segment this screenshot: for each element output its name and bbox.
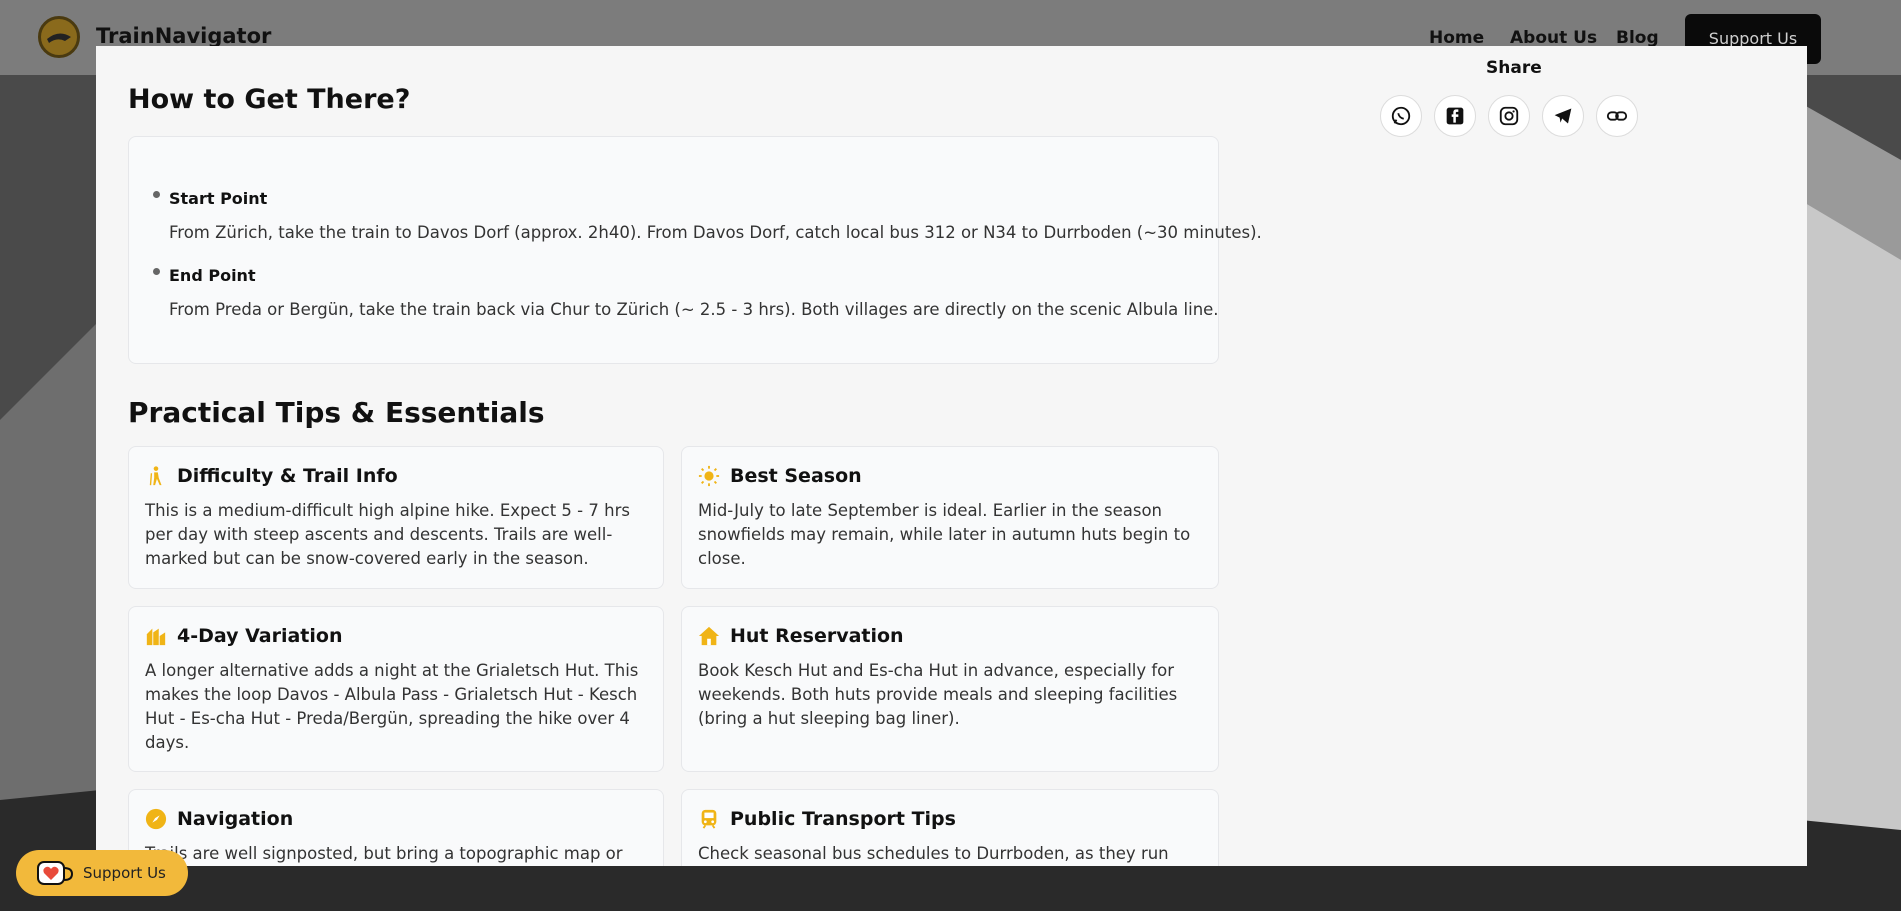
article-panel: Share How to Get There? Start Point From… — [96, 46, 1807, 866]
facebook-icon — [1446, 107, 1464, 125]
tip-card-best-season: Best Season Mid-July to late September i… — [681, 446, 1219, 589]
tip-card-difficulty: Difficulty & Trail Info This is a medium… — [128, 446, 664, 589]
start-point-text: From Zürich, take the train to Davos Dor… — [169, 223, 1262, 242]
card-text: Trails are well signposted, but bring a … — [145, 844, 623, 863]
tip-card-4-day-variation: 4-Day Variation A longer alternative add… — [128, 606, 664, 772]
floating-support-button[interactable]: Support Us — [16, 850, 188, 896]
nav-blog-link[interactable]: Blog — [1616, 28, 1659, 48]
tips-heading: Practical Tips & Essentials — [128, 396, 545, 429]
end-point-text: From Preda or Bergün, take the train bac… — [169, 300, 1219, 319]
card-title: Public Transport Tips — [730, 808, 956, 830]
card-title: 4-Day Variation — [177, 625, 343, 647]
nav-about-link[interactable]: About Us — [1510, 28, 1597, 48]
whatsapp-icon — [1391, 106, 1411, 126]
floating-support-label: Support Us — [83, 864, 166, 882]
card-title: Best Season — [730, 465, 862, 487]
route-info-box: Start Point From Zürich, take the train … — [128, 136, 1262, 364]
hiker-icon — [149, 466, 162, 486]
card-title: Navigation — [177, 808, 294, 830]
card-text: Check seasonal bus schedules to Durrbode… — [698, 844, 1169, 863]
share-telegram-button[interactable] — [1542, 95, 1584, 137]
share-instagram-button[interactable] — [1488, 95, 1530, 137]
share-title: Share — [1486, 58, 1542, 78]
hotel-icon — [146, 628, 166, 646]
instagram-icon — [1499, 106, 1519, 126]
share-whatsapp-button[interactable] — [1380, 95, 1422, 137]
how-to-heading: How to Get There? — [128, 84, 411, 115]
card-text: This is a medium-difficult high alpine h… — [145, 501, 630, 568]
card-title: Hut Reservation — [730, 625, 904, 647]
card-text: Mid-July to late September is ideal. Ear… — [698, 501, 1191, 568]
coffee-cup-heart-icon — [37, 861, 74, 885]
tip-card-public-transport: Public Transport Tips Check seasonal bus… — [681, 789, 1219, 866]
nav-home-link[interactable]: Home — [1429, 28, 1484, 48]
share-facebook-button[interactable] — [1434, 95, 1476, 137]
end-point-title: End Point — [169, 266, 256, 285]
start-point-title: Start Point — [169, 189, 268, 208]
house-icon — [698, 626, 720, 646]
brand-name[interactable]: TrainNavigator — [96, 24, 271, 48]
card-text: A longer alternative adds a night at the… — [145, 661, 639, 752]
compass-icon — [145, 808, 167, 830]
sun-icon — [698, 465, 720, 487]
card-title: Difficulty & Trail Info — [177, 465, 398, 487]
tip-card-navigation: Navigation Trails are well signposted, b… — [128, 789, 664, 866]
link-icon — [1606, 111, 1628, 121]
bullet — [153, 268, 160, 275]
share-copy-link-button[interactable] — [1596, 95, 1638, 137]
card-text: Book Kesch Hut and Es-cha Hut in advance… — [698, 661, 1178, 728]
train-icon — [701, 809, 717, 829]
bullet — [153, 191, 160, 198]
telegram-icon — [1554, 108, 1572, 124]
tip-card-hut-reservation: Hut Reservation Book Kesch Hut and Es-ch… — [681, 606, 1219, 772]
train-navigator-logo[interactable] — [38, 16, 80, 58]
